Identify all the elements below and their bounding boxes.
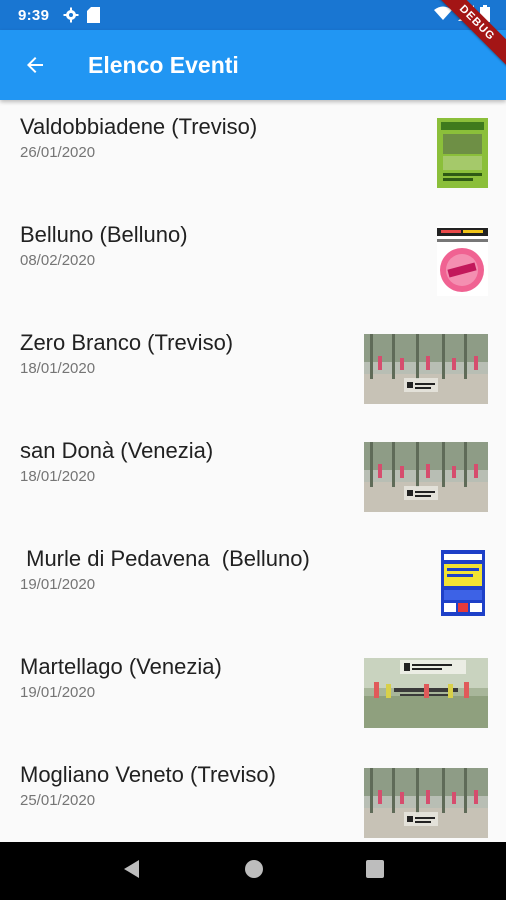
event-date: 08/02/2020: [20, 252, 96, 269]
event-list-item[interactable]: Zero Branco (Treviso) 18/01/2020: [0, 316, 506, 424]
event-place: Valdobbiadene (Treviso): [20, 114, 258, 139]
back-triangle-icon[interactable]: [121, 858, 143, 885]
back-button[interactable]: [0, 30, 70, 100]
event-place: Belluno (Belluno): [20, 222, 188, 247]
event-date: 18/01/2020: [20, 360, 96, 377]
event-thumbnail: [364, 334, 488, 404]
event-list-item[interactable]: Belluno (Belluno) 08/02/2020: [0, 208, 506, 316]
event-list-item[interactable]: Mogliano Veneto (Treviso) 25/01/2020: [0, 748, 506, 842]
event-thumbnail: [364, 442, 488, 512]
gear-icon: [63, 7, 79, 23]
arrow-back-icon: [27, 57, 43, 73]
signal-icon: [458, 5, 474, 25]
status-bar: 9:39: [0, 0, 506, 30]
event-list[interactable]: Valdobbiadene (Treviso) 26/01/2020 Bellu…: [0, 100, 506, 842]
event-list-item[interactable]: Martellago (Venezia) 19/01/2020: [0, 640, 506, 748]
event-date: 18/01/2020: [20, 468, 96, 485]
event-place: san Donà (Venezia): [20, 438, 214, 463]
event-list-item[interactable]: Valdobbiadene (Treviso) 26/01/2020: [0, 100, 506, 208]
event-date: 25/01/2020: [20, 792, 96, 809]
home-circle-icon[interactable]: [243, 858, 265, 885]
event-list-item[interactable]: Murle di Pedavena (Belluno) 19/01/2020: [0, 532, 506, 640]
status-right-icons: [434, 0, 490, 30]
wifi-icon: [434, 6, 452, 24]
app-screen: 9:39 DEBUG Elenco Eventi Valdobbiadene (…: [0, 0, 506, 900]
battery-icon: [480, 4, 490, 26]
event-date: 19/01/2020: [20, 684, 96, 701]
recents-square-icon[interactable]: [365, 859, 385, 884]
event-thumbnail: [441, 550, 485, 616]
event-place: Murle di Pedavena (Belluno): [20, 546, 310, 571]
event-place: Zero Branco (Treviso): [20, 330, 234, 355]
event-list-item[interactable]: san Donà (Venezia) 18/01/2020: [0, 424, 506, 532]
event-place: Mogliano Veneto (Treviso): [20, 762, 276, 787]
event-date: 19/01/2020: [20, 576, 96, 593]
system-nav-bar: [0, 842, 506, 900]
event-thumbnail: [437, 118, 488, 188]
event-thumbnail: [437, 226, 488, 296]
event-date: 26/01/2020: [20, 144, 96, 161]
event-place: Martellago (Venezia): [20, 654, 222, 679]
event-thumbnail: [364, 768, 488, 838]
status-time: 9:39: [18, 6, 50, 24]
sd-card-icon: [87, 7, 101, 23]
app-bar: Elenco Eventi: [0, 30, 506, 100]
page-title: Elenco Eventi: [88, 51, 239, 78]
event-thumbnail: [364, 658, 488, 728]
